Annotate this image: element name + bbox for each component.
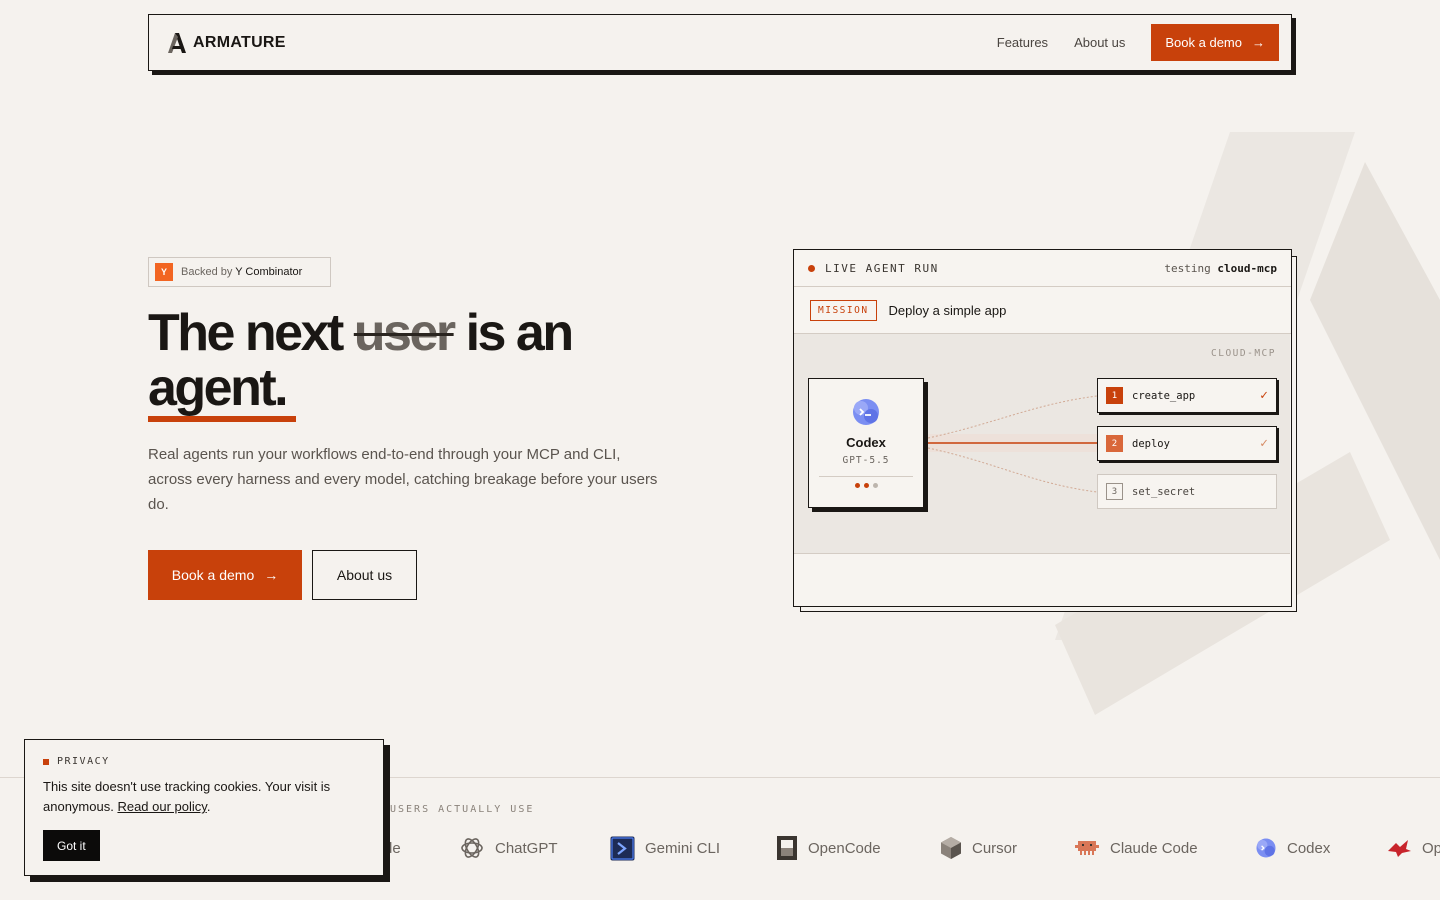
logo-chatgpt: ChatGPT [459,834,558,862]
step-number: 1 [1106,387,1123,404]
testing-target: testing cloud-mcp [1164,262,1277,275]
headline-strike: user [353,304,456,362]
claude-code-icon [1075,841,1099,855]
privacy-tag: PRIVACY [43,756,365,767]
step-number: 3 [1106,483,1123,500]
top-nav: ARMATURE Features About us Book a demo → [148,14,1292,71]
check-icon: ✓ [1260,388,1268,403]
logo-name: Gemini CLI [645,839,721,857]
logo-opencode: OpenCode [776,834,881,862]
check-icon: ✓ [1260,436,1268,451]
nav-link-features[interactable]: Features [997,35,1048,50]
headline-part-3: agent. [148,359,297,422]
logo-name: Claude Code [1110,839,1198,857]
agent-name: Codex [846,435,886,450]
progress-dot [872,483,878,488]
gemini-cli-icon [610,836,635,860]
privacy-tag-label: PRIVACY [57,756,110,767]
nav-book-demo-label: Book a demo [1165,35,1242,50]
logos-label: USERS ACTUALLY USE [390,804,535,815]
privacy-banner: PRIVACY This site doesn't use tracking c… [24,739,384,876]
nav-links: Features About us Book a demo → [997,24,1279,61]
codex-icon [1256,838,1276,858]
hero-headline: The next user is an agent. [148,304,748,422]
progress-dots [854,483,878,488]
logo-name: Op [1422,839,1440,857]
step-deploy[interactable]: 2 deploy ✓ [1097,426,1277,461]
logo-name: ChatGPT [495,839,558,857]
step-number: 2 [1106,435,1123,452]
yc-badge-prefix: Backed by [181,266,233,278]
step-label: create_app [1132,389,1196,402]
live-agent-panel: LIVE AGENT RUN testing cloud-mcp MISSION… [793,249,1292,607]
yc-logo-icon: Y [155,263,173,281]
logo-partial-right: Op [1386,834,1440,862]
nav-book-demo-button[interactable]: Book a demo → [1151,24,1279,61]
logo-claude-code: Claude Code [1074,834,1198,862]
nav-link-about[interactable]: About us [1074,35,1125,50]
headline-part-2: is an [465,304,575,362]
bird-icon [1388,840,1411,857]
yc-badge-text: Backed by Y Combinator [181,266,302,278]
logo-name: OpenCode [808,839,881,857]
yc-badge-strong: Y Combinator [235,266,303,278]
logo-codex: Codex [1255,834,1330,862]
cursor-icon [941,837,961,859]
armature-logo-icon [168,32,186,53]
yc-badge: Y Backed by Y Combinator [148,257,331,287]
privacy-square-icon [43,758,49,765]
live-dot-icon [808,264,815,272]
hero-book-demo-button[interactable]: Book a demo → [148,550,302,600]
step-label: deploy [1132,437,1170,450]
testing-target-name: cloud-mcp [1217,261,1277,275]
live-indicator: LIVE AGENT RUN [808,262,939,275]
step-set-secret[interactable]: 3 set_secret [1097,474,1277,509]
agent-model: GPT-5.5 [842,455,890,466]
hero-about-button[interactable]: About us [312,550,417,600]
privacy-text: This site doesn't use tracking cookies. … [43,777,365,817]
headline-part-1: The next [148,304,344,362]
hero-book-demo-label: Book a demo [171,567,255,583]
logo-name: Codex [1287,839,1331,857]
opencode-icon [777,836,797,860]
got-it-button[interactable]: Got it [43,830,100,861]
agent-card-divider [819,476,913,477]
privacy-period: . [206,799,211,814]
step-label: set_secret [1132,485,1196,498]
mission-text: Deploy a simple app [888,302,1007,318]
panel-header: LIVE AGENT RUN testing cloud-mcp [794,250,1291,287]
brand[interactable]: ARMATURE [167,32,286,54]
logo-cursor: Cursor [940,834,1017,862]
privacy-policy-link[interactable]: Read our policy [117,799,206,814]
step-create-app[interactable]: 1 create_app ✓ [1097,378,1277,413]
progress-dot [863,483,869,488]
progress-dot [854,483,860,488]
logo-gemini-cli: Gemini CLI [610,834,720,862]
mission-tag: MISSION [810,299,877,321]
agent-card[interactable]: Codex GPT-5.5 [808,378,924,508]
agent-canvas: CLOUD-MCP Codex GPT-5.5 1 create_app ✓ 2… [794,334,1290,554]
mission-row: MISSION Deploy a simple app [794,287,1291,334]
chatgpt-icon [461,838,483,858]
brand-name: ARMATURE [193,33,286,51]
arrow-right-icon: → [264,567,279,583]
hero-subtext: Real agents run your workflows end-to-en… [148,446,658,513]
arrow-right-icon: → [1252,35,1265,50]
testing-prefix: testing [1164,261,1211,275]
logo-name: Cursor [972,839,1018,857]
live-label: LIVE AGENT RUN [825,261,939,275]
codex-icon [853,399,879,425]
